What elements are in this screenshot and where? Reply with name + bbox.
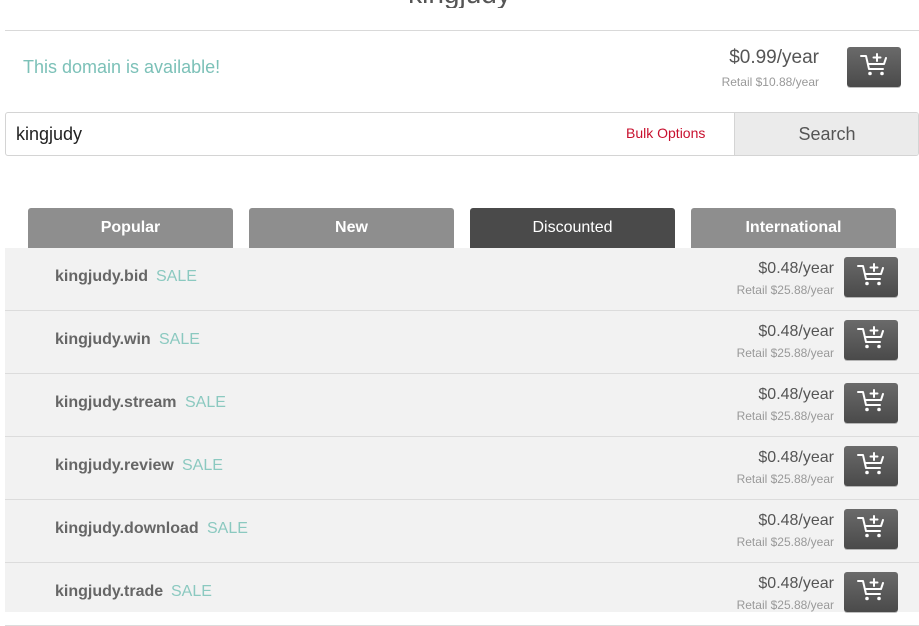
availability-banner: This domain is available! $0.99/year Ret…: [5, 31, 919, 103]
results-list: kingjudy.bid SALE $0.48/year Retail $25.88/…: [5, 248, 919, 626]
add-to-cart-button[interactable]: [844, 572, 898, 612]
result-price: $0.48/year: [758, 323, 834, 340]
sale-badge: SALE: [207, 520, 248, 537]
page-title: kingjudy: [0, 0, 919, 8]
result-retail-price: Retail $25.88/year: [736, 409, 834, 423]
result-domain-name: kingjudy.bid: [55, 268, 149, 285]
add-to-cart-button[interactable]: [844, 320, 898, 360]
result-retail-price: Retail $25.88/year: [736, 535, 834, 549]
add-to-cart-button[interactable]: [844, 383, 898, 423]
tab-international[interactable]: International: [691, 208, 896, 248]
result-retail-price: Retail $25.88/year: [736, 598, 834, 612]
sale-badge: SALE: [171, 583, 212, 600]
result-price: $0.48/year: [758, 386, 834, 403]
search-button[interactable]: Search: [734, 113, 918, 155]
result-row: kingjudy.download SALE $0.48/year Retail $2…: [5, 500, 919, 563]
add-to-cart-icon: [859, 52, 889, 83]
add-to-cart-icon: [856, 451, 886, 482]
result-price: $0.48/year: [758, 260, 834, 277]
domain-search-bar: Bulk Options Search: [5, 112, 919, 156]
availability-message: This domain is available!: [23, 57, 221, 77]
result-row: kingjudy.bid SALE $0.48/year Retail $25.88/…: [5, 248, 919, 311]
add-to-cart-icon: [856, 388, 886, 419]
result-domain-name: kingjudy.review: [55, 457, 174, 474]
result-row: kingjudy.win SALE $0.48/year Retail $25.88/…: [5, 311, 919, 374]
add-to-cart-icon: [856, 325, 886, 356]
result-retail-price: Retail $25.88/year: [736, 283, 834, 297]
result-retail-price: Retail $25.88/year: [736, 472, 834, 486]
tab-discounted[interactable]: Discounted: [470, 208, 675, 248]
add-to-cart-button[interactable]: [844, 446, 898, 486]
add-to-cart-icon: [856, 577, 886, 608]
result-price: $0.48/year: [758, 449, 834, 466]
tab-popular[interactable]: Popular: [28, 208, 233, 248]
result-retail-price: Retail $25.88/year: [736, 346, 834, 360]
tab-new[interactable]: New: [249, 208, 454, 248]
add-to-cart-button[interactable]: [847, 47, 901, 87]
result-domain-name: kingjudy.win: [55, 331, 151, 348]
sale-badge: SALE: [159, 331, 200, 348]
result-price: $0.48/year: [758, 512, 834, 529]
add-to-cart-icon: [856, 262, 886, 293]
bulk-options-link[interactable]: Bulk Options: [626, 125, 705, 141]
result-domain-name: kingjudy.stream: [55, 394, 177, 411]
search-input[interactable]: [6, 113, 734, 155]
sale-badge: SALE: [185, 394, 226, 411]
availability-retail-price: Retail $10.88/year: [721, 75, 819, 89]
result-row: kingjudy.trade SALE $0.48/year Retail $25.8…: [5, 563, 919, 626]
result-row: kingjudy.review SALE $0.48/year Retail $25.…: [5, 437, 919, 500]
sale-badge: SALE: [156, 268, 197, 285]
result-row: kingjudy.stream SALE $0.48/year Retail $25.…: [5, 374, 919, 437]
result-price: $0.48/year: [758, 575, 834, 592]
add-to-cart-button[interactable]: [844, 257, 898, 297]
add-to-cart-icon: [856, 514, 886, 545]
result-domain-name: kingjudy.trade: [55, 583, 164, 600]
add-to-cart-button[interactable]: [844, 509, 898, 549]
result-domain-name: kingjudy.download: [55, 520, 199, 537]
availability-price: $0.99/year: [729, 47, 819, 68]
sale-badge: SALE: [182, 457, 223, 474]
